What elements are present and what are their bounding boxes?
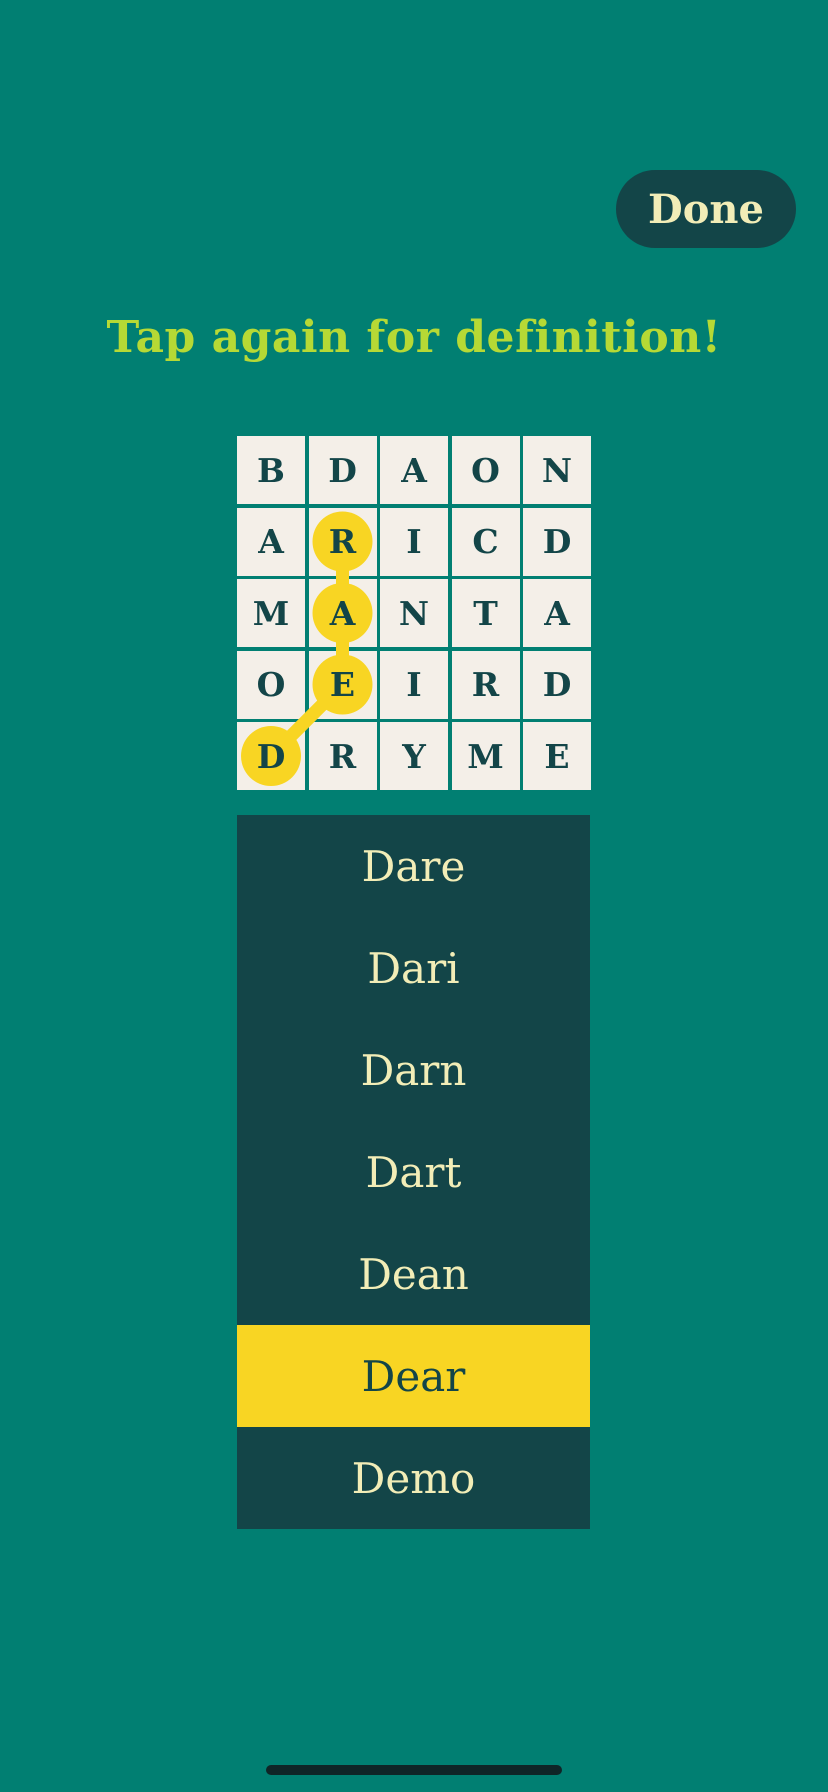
definition-hint: Tap again for definition!: [106, 312, 722, 363]
grid-letter: D: [256, 736, 286, 776]
word-item[interactable]: Dean: [237, 1223, 590, 1325]
grid-cell[interactable]: D: [308, 436, 377, 504]
grid-letter: T: [473, 593, 498, 633]
grid-cell[interactable]: M: [451, 722, 520, 790]
grid-letter: E: [544, 736, 570, 776]
grid-letter: I: [406, 522, 422, 561]
grid-cell[interactable]: R: [308, 722, 377, 790]
grid-letter: R: [328, 736, 357, 776]
grid-cell[interactable]: D: [237, 722, 305, 790]
done-button[interactable]: Done: [616, 170, 796, 248]
grid-cell[interactable]: I: [380, 507, 448, 576]
grid-letter: O: [471, 450, 500, 490]
grid-cell[interactable]: I: [380, 650, 448, 719]
grid-cell[interactable]: T: [451, 579, 520, 647]
word-item[interactable]: Dare: [237, 815, 590, 917]
grid-cell[interactable]: D: [523, 650, 591, 719]
grid-letter: A: [544, 593, 570, 633]
grid-cell[interactable]: N: [380, 579, 448, 647]
word-item[interactable]: Darn: [237, 1019, 590, 1121]
grid-letter: A: [329, 593, 356, 633]
grid-cell[interactable]: O: [237, 650, 305, 719]
grid-letter: O: [256, 665, 286, 704]
grid-cell[interactable]: A: [523, 579, 591, 647]
grid-cell[interactable]: A: [308, 579, 377, 647]
grid-cell[interactable]: Y: [380, 722, 448, 790]
grid-cell[interactable]: N: [523, 436, 591, 504]
grid-cell[interactable]: C: [451, 507, 520, 576]
grid-cell[interactable]: M: [237, 579, 305, 647]
grid-cell[interactable]: A: [380, 436, 448, 504]
home-indicator: [266, 1765, 562, 1775]
word-item[interactable]: Demo: [237, 1427, 590, 1529]
grid-letter: B: [257, 450, 285, 490]
grid-letter: N: [398, 593, 430, 633]
grid-letter: A: [258, 522, 284, 561]
grid-cell[interactable]: R: [308, 507, 377, 576]
word-item[interactable]: Dari: [237, 917, 590, 1019]
word-item[interactable]: Dart: [237, 1121, 590, 1223]
grid-letter: Y: [402, 736, 426, 776]
grid-letter: N: [541, 450, 573, 490]
grid-letter: A: [401, 450, 427, 490]
grid-cell[interactable]: B: [237, 436, 305, 504]
grid-letter: D: [328, 450, 357, 490]
word-item[interactable]: Dear: [237, 1325, 590, 1427]
grid-letter: E: [329, 665, 356, 704]
grid-letter: D: [542, 665, 572, 704]
grid-letter: M: [252, 593, 290, 633]
grid-letter: D: [542, 522, 572, 561]
grid-letter: C: [472, 522, 499, 561]
grid-letter: M: [467, 736, 504, 776]
letter-grid[interactable]: BDAONARICDMANTAOEIRDDRYME: [237, 436, 591, 790]
found-words-list[interactable]: Dare Dari Darn Dart Dean Dear Demo: [237, 815, 590, 1529]
grid-cell[interactable]: E: [308, 650, 377, 719]
grid-letter: R: [328, 522, 357, 561]
grid-cell[interactable]: A: [237, 507, 305, 576]
grid-letter: R: [471, 665, 500, 704]
grid-cell[interactable]: D: [523, 507, 591, 576]
grid-letter: I: [406, 665, 422, 704]
grid-cell[interactable]: O: [451, 436, 520, 504]
grid-cell[interactable]: E: [523, 722, 591, 790]
grid-cell[interactable]: R: [451, 650, 520, 719]
